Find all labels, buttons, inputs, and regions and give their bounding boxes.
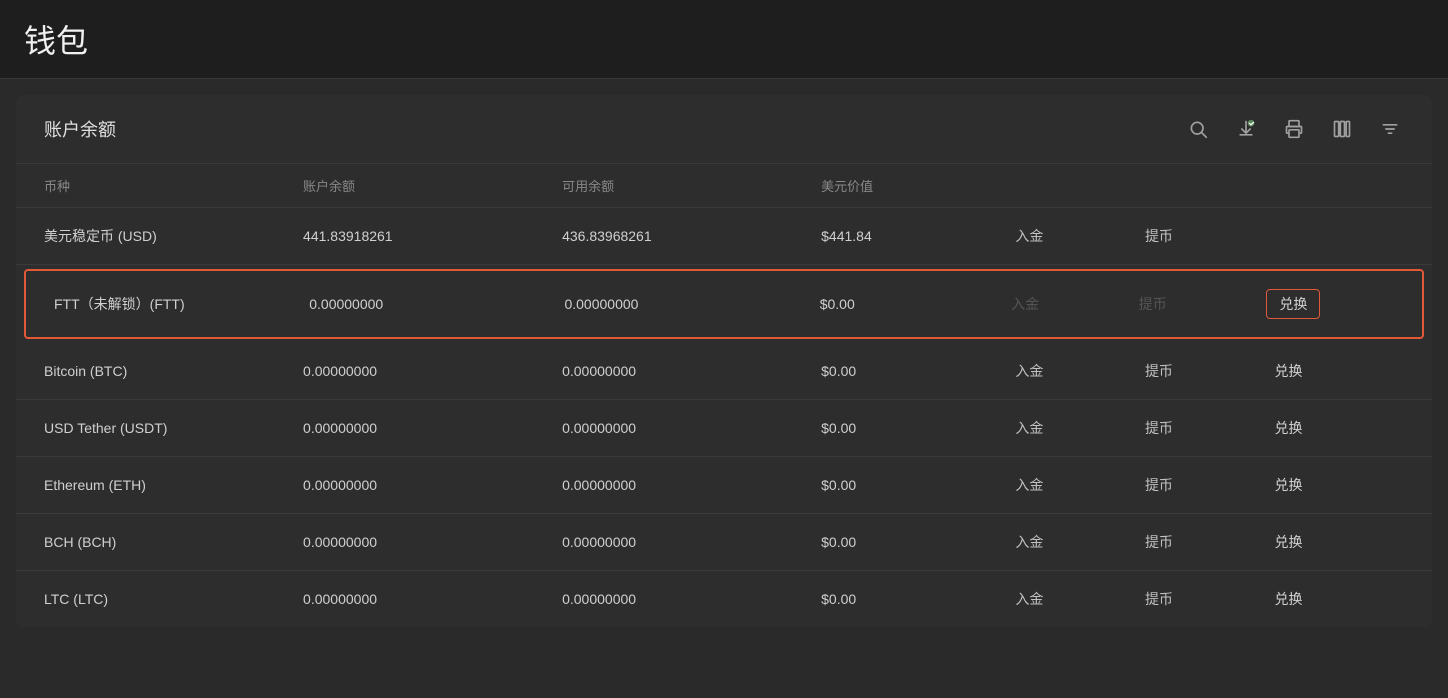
table-row: 美元稳定币 (USD) 441.83918261 436.83968261 $4…: [16, 208, 1432, 265]
deposit-button[interactable]: 入金: [1015, 226, 1043, 246]
table-row: BCH (BCH) 0.00000000 0.00000000 $0.00 入金…: [16, 514, 1432, 571]
exchange-action[interactable]: 兑换: [1274, 418, 1404, 438]
usd-value: $0.00: [821, 591, 1015, 607]
withdraw-action[interactable]: 提币: [1145, 589, 1275, 609]
page-header: 钱包: [0, 0, 1448, 79]
balance-value: 0.00000000: [303, 477, 562, 493]
search-icon[interactable]: [1184, 115, 1212, 143]
withdraw-button[interactable]: 提币: [1145, 226, 1173, 246]
exchange-button[interactable]: 兑换: [1274, 361, 1302, 381]
available-value: 0.00000000: [562, 591, 821, 607]
page-title: 钱包: [24, 23, 88, 59]
withdraw-button[interactable]: 提币: [1145, 418, 1173, 438]
currency-name: FTT（未解锁）(FTT): [54, 294, 309, 314]
usd-value: $0.00: [821, 477, 1015, 493]
available-value: 0.00000000: [564, 296, 819, 312]
deposit-button[interactable]: 入金: [1015, 589, 1043, 609]
withdraw-button[interactable]: 提币: [1145, 589, 1173, 609]
withdraw-action: 提币: [1139, 294, 1267, 314]
available-value: 0.00000000: [562, 420, 821, 436]
usd-value: $0.00: [821, 420, 1015, 436]
withdraw-action[interactable]: 提币: [1145, 475, 1275, 495]
deposit-action[interactable]: 入金: [1015, 418, 1145, 438]
currency-name: 美元稳定币 (USD): [44, 226, 303, 246]
deposit-action[interactable]: 入金: [1015, 475, 1145, 495]
table-row: USD Tether (USDT) 0.00000000 0.00000000 …: [16, 400, 1432, 457]
available-value: 0.00000000: [562, 477, 821, 493]
balance-value: 0.00000000: [303, 420, 562, 436]
usd-value: $0.00: [820, 296, 1011, 312]
currency-name: Bitcoin (BTC): [44, 363, 303, 379]
balance-value: 0.00000000: [303, 534, 562, 550]
deposit-button-disabled: 入金: [1011, 294, 1039, 314]
deposit-button[interactable]: 入金: [1015, 475, 1043, 495]
exchange-button[interactable]: 兑换: [1274, 475, 1302, 495]
header-action1: [1015, 176, 1145, 195]
deposit-action[interactable]: 入金: [1015, 532, 1145, 552]
filter-icon[interactable]: [1376, 115, 1404, 143]
deposit-action[interactable]: 入金: [1015, 226, 1145, 246]
balance-value: 0.00000000: [309, 296, 564, 312]
exchange-button[interactable]: 兑换: [1274, 532, 1302, 552]
withdraw-button-disabled: 提币: [1139, 294, 1167, 314]
usd-value: $441.84: [821, 228, 1015, 244]
usd-value: $0.00: [821, 534, 1015, 550]
deposit-button[interactable]: 入金: [1015, 532, 1043, 552]
header-action3: [1274, 176, 1404, 195]
exchange-action[interactable]: 兑换: [1274, 532, 1404, 552]
available-value: 0.00000000: [562, 534, 821, 550]
header-usd-value: 美元价值: [821, 176, 1015, 195]
deposit-button[interactable]: 入金: [1015, 418, 1043, 438]
currency-name: LTC (LTC): [44, 591, 303, 607]
table-row: Ethereum (ETH) 0.00000000 0.00000000 $0.…: [16, 457, 1432, 514]
exchange-action[interactable]: 兑换: [1266, 289, 1394, 319]
main-content: 账户余额: [16, 95, 1432, 627]
exchange-action[interactable]: 兑换: [1274, 475, 1404, 495]
withdraw-action[interactable]: 提币: [1145, 226, 1275, 246]
header-action2: [1145, 176, 1275, 195]
withdraw-button[interactable]: 提币: [1145, 361, 1173, 381]
balance-value: 0.00000000: [303, 363, 562, 379]
withdraw-action[interactable]: 提币: [1145, 532, 1275, 552]
withdraw-button[interactable]: 提币: [1145, 532, 1173, 552]
deposit-action[interactable]: 入金: [1015, 361, 1145, 381]
exchange-button[interactable]: 兑换: [1274, 589, 1302, 609]
balance-value: 441.83918261: [303, 228, 562, 244]
section-header: 账户余额: [16, 95, 1432, 164]
table-row: Bitcoin (BTC) 0.00000000 0.00000000 $0.0…: [16, 343, 1432, 400]
currency-name: BCH (BCH): [44, 534, 303, 550]
table-row: FTT（未解锁）(FTT) 0.00000000 0.00000000 $0.0…: [24, 269, 1424, 339]
withdraw-button[interactable]: 提币: [1145, 475, 1173, 495]
deposit-action: 入金: [1011, 294, 1139, 314]
exchange-button[interactable]: 兑换: [1266, 289, 1320, 319]
exchange-action[interactable]: 兑换: [1274, 589, 1404, 609]
table-container: 币种 账户余额 可用余额 美元价值 美元稳定币 (USD) 441.839182…: [16, 164, 1432, 627]
print-icon[interactable]: [1280, 115, 1308, 143]
balance-value: 0.00000000: [303, 591, 562, 607]
withdraw-action[interactable]: 提币: [1145, 418, 1275, 438]
exchange-action[interactable]: 兑换: [1274, 361, 1404, 381]
header-currency: 币种: [44, 176, 303, 195]
table-row: LTC (LTC) 0.00000000 0.00000000 $0.00 入金…: [16, 571, 1432, 627]
currency-name: Ethereum (ETH): [44, 477, 303, 493]
toolbar-icons: [1184, 115, 1404, 143]
columns-icon[interactable]: [1328, 115, 1356, 143]
available-value: 436.83968261: [562, 228, 821, 244]
deposit-action[interactable]: 入金: [1015, 589, 1145, 609]
section-title: 账户余额: [44, 116, 116, 142]
table-header-row: 币种 账户余额 可用余额 美元价值: [16, 164, 1432, 208]
download-icon[interactable]: [1232, 115, 1260, 143]
currency-name: USD Tether (USDT): [44, 420, 303, 436]
withdraw-action[interactable]: 提币: [1145, 361, 1275, 381]
header-available: 可用余额: [562, 176, 821, 195]
usd-value: $0.00: [821, 363, 1015, 379]
header-balance: 账户余额: [303, 176, 562, 195]
exchange-button[interactable]: 兑换: [1274, 418, 1302, 438]
deposit-button[interactable]: 入金: [1015, 361, 1043, 381]
available-value: 0.00000000: [562, 363, 821, 379]
